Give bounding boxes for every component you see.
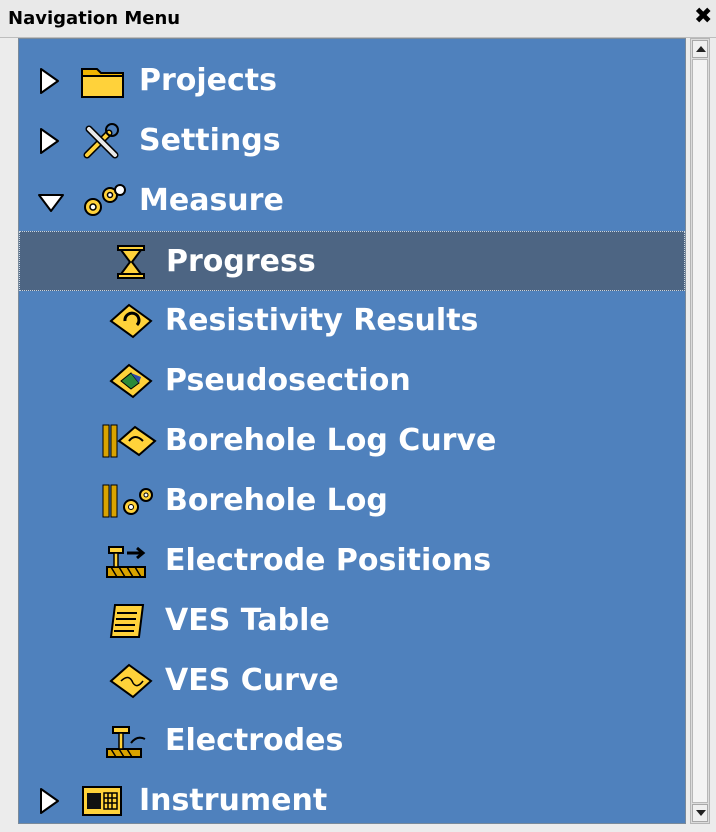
pseudosection-icon: [109, 363, 153, 399]
tree-item-projects[interactable]: Projects: [19, 51, 685, 111]
expand-arrow-icon[interactable]: [39, 67, 61, 95]
tree-item-borehole-log-curve[interactable]: Borehole Log Curve: [19, 411, 685, 471]
folder-icon: [81, 68, 124, 98]
ves-curve-icon: [109, 663, 153, 699]
tree-item-label: Borehole Log Curve: [165, 423, 497, 458]
ves-table-icon: [109, 604, 145, 638]
navigation-tree: Projects Settings Measure Progress Resis…: [18, 38, 686, 824]
resistivity-results-icon: [109, 303, 153, 339]
borehole-log-curve-icon: [102, 424, 157, 458]
tree-item-ves-curve[interactable]: VES Curve: [19, 651, 685, 711]
tree-item-borehole-log[interactable]: Borehole Log: [19, 471, 685, 531]
borehole-log-icon: [102, 484, 153, 518]
tree-item-pseudosection[interactable]: Pseudosection: [19, 351, 685, 411]
gears-icon: [84, 184, 126, 216]
scroll-down-button[interactable]: [692, 804, 708, 822]
tree-item-label: Electrode Positions: [165, 543, 492, 578]
scrollbar-thumb[interactable]: [692, 59, 708, 803]
vertical-scrollbar[interactable]: [690, 38, 710, 824]
panel-titlebar: Navigation Menu ✖: [0, 0, 716, 38]
tree-item-instrument[interactable]: Instrument: [19, 771, 685, 823]
tree-item-ves-table[interactable]: VES Table: [19, 591, 685, 651]
electrodes-icon: [106, 726, 146, 758]
tree-item-label: Instrument: [139, 783, 328, 818]
tree-item-resistivity-results[interactable]: Resistivity Results: [19, 291, 685, 351]
tree-item-label: VES Curve: [165, 663, 339, 698]
collapse-arrow-icon[interactable]: [37, 187, 65, 215]
tree-item-measure[interactable]: Measure: [19, 171, 685, 231]
tree-item-label: Electrodes: [165, 723, 344, 758]
arrow-down-icon: [696, 810, 706, 816]
tools-icon: [83, 123, 119, 159]
tree-item-electrode-positions[interactable]: Electrode Positions: [19, 531, 685, 591]
tree-item-label: Resistivity Results: [165, 303, 479, 338]
tree-item-progress[interactable]: Progress: [19, 231, 685, 291]
expand-arrow-icon[interactable]: [39, 787, 61, 815]
instrument-icon: [82, 786, 122, 816]
panel-title: Navigation Menu: [8, 8, 181, 29]
hourglass-icon: [117, 245, 145, 279]
arrow-up-icon: [696, 46, 706, 52]
tree-item-electrodes[interactable]: Electrodes: [19, 711, 685, 771]
tree-item-label: Pseudosection: [165, 363, 411, 398]
tree-item-label: Settings: [139, 123, 281, 158]
scroll-up-button[interactable]: [692, 40, 708, 58]
tree-item-label: Progress: [166, 244, 316, 279]
close-icon[interactable]: ✖: [694, 6, 712, 28]
tree-item-label: Projects: [139, 63, 278, 98]
expand-arrow-icon[interactable]: [39, 127, 61, 155]
navigation-menu-panel: Navigation Menu ✖ Projects Settings Meas…: [0, 0, 716, 832]
tree-item-settings[interactable]: Settings: [19, 111, 685, 171]
tree-item-label: Measure: [139, 183, 284, 218]
panel-bottom-edge: [0, 824, 716, 832]
electrode-positions-icon: [106, 546, 146, 578]
tree-item-label: Borehole Log: [165, 483, 388, 518]
tree-item-label: VES Table: [165, 603, 330, 638]
